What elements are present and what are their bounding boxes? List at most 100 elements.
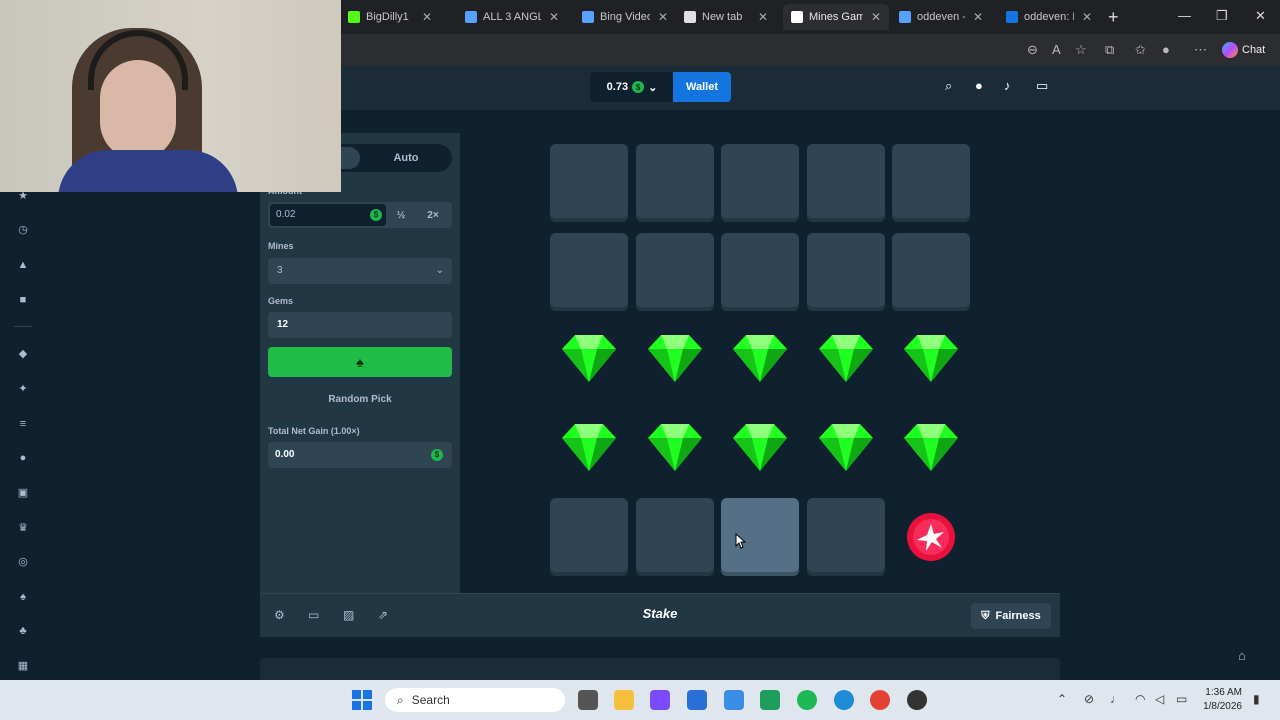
new-tab-button[interactable]: + — [1108, 7, 1119, 28]
security-icon[interactable]: ⊘ — [1084, 692, 1094, 706]
favorites-icon[interactable]: ✩ — [1135, 42, 1146, 58]
close-tab-icon[interactable]: ✕ — [871, 10, 881, 24]
terminal-icon[interactable] — [760, 690, 780, 710]
tile-hidden[interactable] — [721, 232, 799, 311]
outlook-icon[interactable] — [687, 690, 707, 710]
live-casino-icon[interactable]: ● — [17, 452, 29, 464]
profile-icon[interactable]: ● — [1162, 42, 1170, 57]
my-bets-icon[interactable]: ■ — [17, 294, 29, 306]
wifi-icon[interactable]: ◠ — [1135, 692, 1145, 706]
settings-icon[interactable]: ⚙ — [274, 608, 285, 622]
extensions-icon[interactable]: ⧉ — [1105, 42, 1114, 58]
favicon-icon — [684, 11, 696, 23]
battery-icon[interactable]: ▭ — [1176, 692, 1187, 706]
copilot-chat-button[interactable]: Chat — [1222, 40, 1265, 60]
roulette-icon[interactable]: ◎ — [17, 556, 29, 568]
tab-auto[interactable]: Auto — [362, 144, 450, 172]
tile-hidden[interactable] — [806, 232, 885, 311]
tile-hidden[interactable] — [806, 498, 885, 576]
edge-icon[interactable] — [834, 690, 854, 710]
store-icon[interactable] — [650, 690, 670, 710]
search-icon[interactable]: ⌕ — [945, 78, 952, 94]
slots-icon[interactable]: ≡ — [17, 418, 29, 430]
tile-gem — [721, 321, 799, 399]
close-tab-icon[interactable]: ✕ — [973, 10, 983, 24]
close-tab-icon[interactable]: ✕ — [422, 10, 432, 24]
tile-hidden[interactable] — [635, 144, 714, 222]
popout-icon[interactable]: ⇗ — [378, 608, 388, 622]
chat-icon[interactable]: ▭ — [1036, 78, 1048, 94]
close-window-icon[interactable]: ✕ — [1255, 8, 1266, 24]
game-shows-icon[interactable]: ▣ — [17, 487, 29, 499]
browser-tab[interactable]: oddeven: Bit ✕ — [998, 4, 1100, 30]
random-pick-button[interactable]: Random Pick — [268, 387, 452, 411]
recent-icon[interactable]: ◷ — [17, 224, 29, 236]
tile-hidden[interactable] — [806, 144, 885, 222]
tile-hidden[interactable] — [550, 498, 628, 576]
blackjack-icon[interactable]: ♠ — [17, 591, 29, 603]
task-view-icon[interactable] — [578, 690, 598, 710]
tile-hidden[interactable] — [721, 498, 799, 576]
close-tab-icon[interactable]: ✕ — [658, 10, 668, 24]
more-menu-icon[interactable]: ⋯ — [1194, 42, 1207, 58]
tile-hidden[interactable] — [892, 232, 970, 311]
zoom-icon[interactable]: ⊖ — [1027, 42, 1038, 58]
read-aloud-icon[interactable]: A — [1052, 42, 1061, 57]
gem-icon — [562, 335, 616, 382]
all-games-icon[interactable]: ▦ — [17, 660, 29, 672]
favicon-icon — [899, 11, 911, 23]
baccarat-icon[interactable]: ♣ — [17, 625, 29, 637]
mines-select[interactable]: 3 ⌄ — [268, 258, 452, 284]
minimize-icon[interactable]: — — [1178, 8, 1191, 23]
close-tab-icon[interactable]: ✕ — [549, 10, 559, 24]
live-stats-icon[interactable]: ▨ — [343, 608, 354, 622]
fairness-button[interactable]: ⛨ Fairness — [971, 603, 1051, 629]
volume-icon[interactable]: ◁ — [1155, 692, 1164, 706]
exclusives-icon[interactable]: ♛ — [17, 522, 29, 534]
spotify-icon[interactable] — [797, 690, 817, 710]
tile-hidden[interactable] — [892, 144, 970, 222]
new-releases-icon[interactable]: ✦ — [17, 383, 29, 395]
taskbar-search[interactable]: ⌕ Search — [385, 688, 565, 712]
browser-tab[interactable]: Bing Videos ✕ — [574, 4, 676, 30]
originals-icon[interactable]: ◆ — [17, 348, 29, 360]
tile-hidden[interactable] — [635, 498, 714, 576]
bet-amount-input[interactable]: 0.02 $ — [270, 204, 386, 226]
browser-tab[interactable]: oddeven - Se ✕ — [891, 4, 991, 30]
theatre-mode-icon[interactable]: ▭ — [308, 608, 319, 622]
browser-tab[interactable]: New tab ✕ — [676, 4, 776, 30]
chevron-up-icon[interactable]: ⌃ — [1057, 692, 1067, 706]
double-bet-button[interactable]: 2× — [418, 204, 448, 226]
favicon-icon — [582, 11, 594, 23]
wallet-button[interactable]: Wallet — [673, 72, 731, 102]
file-explorer-icon[interactable] — [614, 690, 634, 710]
tile-hidden[interactable] — [550, 144, 628, 222]
search-icon: ⌕ — [397, 692, 404, 707]
obs-icon[interactable] — [907, 690, 927, 710]
half-bet-button[interactable]: ½ — [386, 204, 416, 226]
restore-icon[interactable]: ❐ — [1216, 8, 1228, 24]
browser-tab[interactable]: BigDilly1 ✕ — [340, 4, 440, 30]
close-tab-icon[interactable]: ✕ — [758, 10, 768, 24]
microphone-icon[interactable]: ♩ — [1110, 692, 1122, 706]
tile-hidden[interactable] — [721, 144, 799, 222]
system-clock[interactable]: 1:36 AM 1/8/2026 — [1202, 686, 1242, 714]
cashout-button[interactable]: ♠ — [268, 347, 452, 377]
start-button[interactable] — [352, 690, 372, 710]
browser-tab[interactable]: Mines Game ✕ — [783, 4, 889, 30]
browser-tab[interactable]: ALL 3 ANGLE ✕ — [457, 4, 567, 30]
notification-center-icon[interactable]: ▮ — [1253, 692, 1260, 706]
balance-dropdown[interactable]: 0.73 $ ⌄ — [590, 72, 674, 102]
favorite-star-icon[interactable]: ☆ — [1075, 42, 1087, 58]
user-icon[interactable]: ● — [975, 78, 983, 93]
support-headset-icon[interactable]: ⌂ — [1238, 648, 1246, 663]
close-tab-icon[interactable]: ✕ — [1082, 10, 1092, 24]
chrome-icon[interactable] — [870, 690, 890, 710]
gem-icon — [733, 335, 787, 382]
tile-hidden[interactable] — [635, 232, 714, 311]
tab-label: New tab — [702, 11, 743, 23]
tile-hidden[interactable] — [550, 232, 628, 311]
app-icon[interactable] — [724, 690, 744, 710]
challenges-icon[interactable]: ▲ — [17, 259, 29, 271]
notifications-icon[interactable]: ♪ — [1004, 78, 1011, 93]
